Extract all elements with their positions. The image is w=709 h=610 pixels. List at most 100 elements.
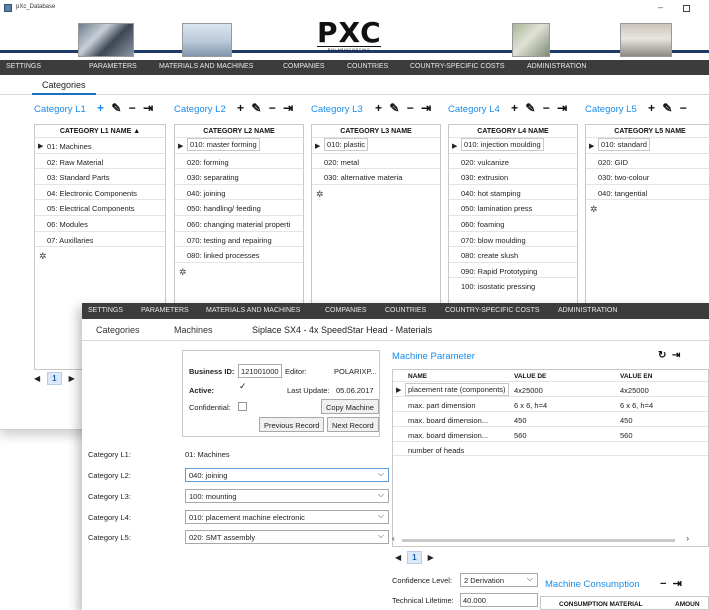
menu-companies[interactable]: COMPANIES [325,307,367,314]
list-item[interactable]: 070: blow moulding [449,230,577,247]
list-item[interactable]: 020: forming [175,152,303,169]
delete-icon[interactable]: − [407,101,416,115]
tab-machine-materials[interactable]: Siplace SX4 - 4x SpeedStar Head - Materi… [252,325,432,335]
list-item[interactable]: 020: metal [312,152,440,169]
add-icon[interactable]: + [237,101,246,115]
menu-parameters[interactable]: PARAMETERS [141,307,189,314]
list-item[interactable]: 06: Modules [35,214,165,231]
delete-icon[interactable]: − [680,101,689,115]
list-item[interactable]: 05: Electrical Components [35,199,165,215]
category-l2-select[interactable]: 040: joining ⌵ [185,468,389,482]
list-item[interactable]: ▶ 010: master forming [175,137,303,153]
column-header[interactable]: CATEGORY L3 NAME [312,125,440,137]
delete-icon[interactable]: − [543,101,552,115]
column-consumption-material[interactable]: CONSUMPTION MATERIAL [559,601,643,608]
add-icon[interactable]: + [648,101,657,115]
category-l4-select[interactable]: 010: placement machine electronic ⌵ [185,510,389,524]
category-l5-select[interactable]: 020: SMT assembly ⌵ [185,530,389,544]
list-item[interactable]: 04: Electronic Components [35,183,165,200]
add-icon[interactable]: + [97,101,106,115]
business-id-field[interactable]: 121001000 [238,364,282,378]
add-icon[interactable]: + [375,101,384,115]
cell-value-de[interactable]: 4x25000 [514,386,543,395]
list-item[interactable]: ▶ 01: Machines [35,137,165,153]
new-row-icon[interactable]: ✲ [312,183,440,198]
table-row[interactable]: max. board dimension... 450 450 [393,411,708,426]
column-header[interactable]: CATEGORY L4 NAME [449,125,577,137]
technical-lifetime-input[interactable]: 40.000 [460,593,538,607]
minimize-icon[interactable]: – [658,2,663,12]
list-item[interactable]: 03: Standard Parts [35,168,165,184]
column-header[interactable]: CATEGORY L1 NAME ▲ [35,125,165,137]
new-row-icon[interactable]: ✲ [35,246,165,260]
list-item[interactable]: 030: alternative materia [312,168,440,184]
add-icon[interactable]: + [511,101,520,115]
list-item[interactable]: ▶ 010: standard [586,137,709,153]
menu-administration[interactable]: ADMINISTRATION [527,63,586,70]
exit-icon[interactable]: ⇥ [672,350,680,361]
column-name[interactable]: NAME [408,373,427,380]
category-l3-select[interactable]: 100: mounting ⌵ [185,489,389,503]
cell-name[interactable]: number of heads [408,446,464,455]
tab-categories[interactable]: Categories [32,77,96,95]
edit-icon[interactable]: ✎ [662,101,674,115]
exit-icon[interactable]: ⇥ [143,101,155,115]
menu-country-specific-costs[interactable]: COUNTRY-SPECIFIC COSTS [410,63,505,70]
table-row[interactable]: ▶ placement rate (components) 4x25000 4x… [393,381,708,396]
exit-icon[interactable]: ⇥ [421,101,433,115]
cell-value-de[interactable]: 560 [514,431,527,440]
list-item[interactable]: 02: Raw Material [35,152,165,169]
new-row-icon[interactable]: ✲ [175,261,303,276]
edit-icon[interactable]: ✎ [111,101,123,115]
next-record-button[interactable]: Next Record [327,417,379,432]
edit-icon[interactable]: ✎ [389,101,401,115]
scroll-right-icon[interactable]: › [686,534,689,543]
next-page-icon[interactable]: ▶ [428,553,434,562]
maximize-icon[interactable] [683,5,690,12]
scroll-left-icon[interactable]: ‹ [392,534,395,543]
page-number[interactable]: 1 [47,372,62,385]
menu-countries[interactable]: COUNTRIES [347,63,388,70]
sort-ascending-icon[interactable]: ▲ [133,128,140,135]
list-item[interactable]: 030: two-colour [586,168,709,184]
list-item[interactable]: 050: lamination press [449,199,577,215]
menu-settings[interactable]: SETTINGS [88,307,123,314]
cell-value-en[interactable]: 6 x 6, h=4 [620,401,653,410]
list-item[interactable]: 090: Rapid Prototyping [449,261,577,278]
list-item[interactable]: 040: tangential [586,183,709,200]
confidential-checkbox[interactable] [238,402,247,411]
column-header[interactable]: CATEGORY L5 NAME [586,125,709,137]
list-item[interactable]: 040: hot stamping [449,183,577,200]
list-item[interactable]: 020: GID [586,152,709,169]
horizontal-scrollbar[interactable]: ‹ › [392,534,689,543]
exit-icon[interactable]: ⇥ [673,578,682,590]
cell-name[interactable]: max. part dimension [408,401,476,410]
scroll-thumb[interactable] [402,539,675,542]
menu-administration[interactable]: ADMINISTRATION [558,307,617,314]
list-item[interactable]: ▶ 010: plastic [312,137,440,153]
list-item[interactable]: 100: isostatic pressing [449,277,577,293]
cell-value-en[interactable]: 450 [620,416,633,425]
delete-icon[interactable]: − [660,578,666,590]
menu-materials-machines[interactable]: MATERIALS AND MACHINES [159,63,253,70]
edit-icon[interactable]: ✎ [251,101,263,115]
column-value-de[interactable]: VALUE DE [514,373,546,380]
table-row[interactable]: number of heads [393,441,708,456]
prev-page-icon[interactable]: ◀ [34,374,40,383]
table-row[interactable]: max. part dimension 6 x 6, h=4 6 x 6, h=… [393,396,708,411]
column-amount[interactable]: AMOUN [675,601,700,608]
next-page-icon[interactable]: ▶ [69,374,75,383]
list-item[interactable]: 040: joining [175,183,303,200]
delete-icon[interactable]: − [129,101,138,115]
list-item[interactable]: 070: testing and repairing [175,230,303,247]
list-item[interactable]: 080: linked processes [175,246,303,262]
list-item[interactable]: 050: handling/ feeding [175,199,303,215]
exit-icon[interactable]: ⇥ [557,101,569,115]
delete-icon[interactable]: − [269,101,278,115]
cell-value-en[interactable]: 4x25000 [620,386,649,395]
cell-name[interactable]: max. board dimension... [408,416,488,425]
menu-companies[interactable]: COMPANIES [283,63,325,70]
confidence-level-select[interactable]: 2 Derivation ⌵ [460,573,538,587]
tab-machines[interactable]: Machines [174,325,213,335]
list-item[interactable]: 080: create slush [449,246,577,262]
